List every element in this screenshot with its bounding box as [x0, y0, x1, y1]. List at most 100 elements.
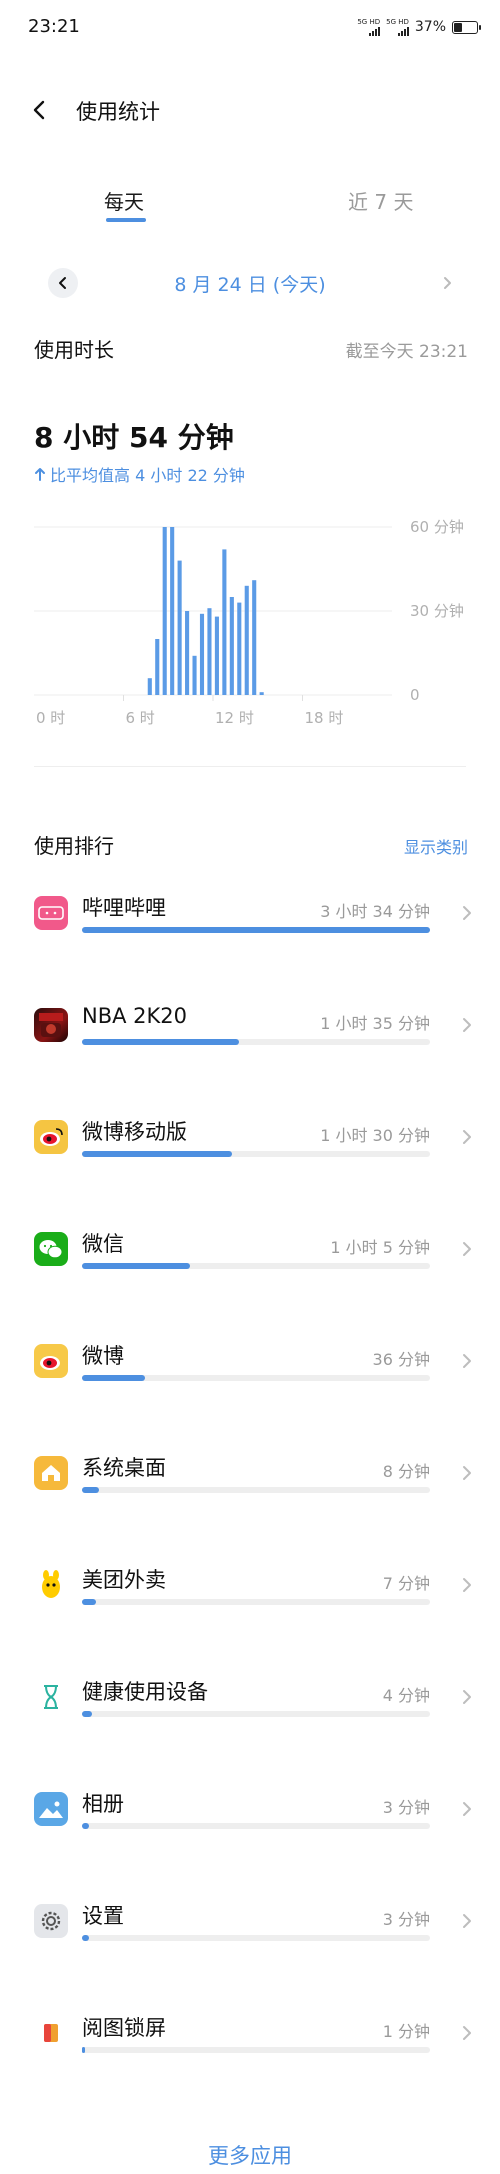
y-tick-label: 60 分钟 — [410, 518, 464, 536]
chevron-right-icon — [463, 906, 471, 920]
app-usage-bar-fill — [82, 1711, 93, 1717]
chart-bar — [229, 597, 234, 695]
app-usage-bar — [82, 927, 430, 933]
more-apps-link[interactable]: 更多应用 — [0, 2140, 500, 2170]
show-categories-link[interactable]: 显示类别 — [404, 834, 468, 858]
app-row[interactable]: 美团外卖 7 分钟 — [0, 1552, 500, 1622]
app-usage-bar-fill — [82, 1487, 100, 1493]
chart-bar — [207, 608, 212, 695]
status-indicators: 5G HD 5G HD 37% — [357, 18, 481, 36]
chart-bar — [222, 549, 227, 695]
chevron-right-icon — [463, 1914, 471, 1928]
app-name: NBA 2K20 — [82, 1004, 188, 1028]
signal-icon-sim2: 5G HD — [386, 18, 409, 36]
app-row[interactable]: 微博 36 分钟 — [0, 1328, 500, 1398]
usage-ranking-title: 使用排行 — [34, 834, 114, 858]
status-time: 23:21 — [28, 16, 80, 37]
app-usage-time: 1 分钟 — [382, 2022, 430, 2041]
app-usage-bar-fill — [82, 1375, 145, 1381]
next-day-button[interactable] — [432, 268, 462, 298]
app-usage-time: 4 分钟 — [382, 1686, 430, 1705]
period-tabs: 每天 近 7 天 — [0, 186, 500, 236]
chart-bar — [177, 560, 182, 695]
app-name: 微信 — [82, 1232, 124, 1256]
battery-percent: 37% — [414, 19, 446, 35]
app-name: 设置 — [82, 1904, 124, 1928]
app-row[interactable]: NBA 2K20 1 小时 35 分钟 — [0, 992, 500, 1062]
app-name: 美团外卖 — [82, 1568, 166, 1592]
app-row[interactable]: 设置 3 分钟 — [0, 1888, 500, 1958]
bilibili-icon — [34, 896, 68, 930]
app-usage-time: 1 小时 35 分钟 — [320, 1014, 430, 1033]
home-launcher-icon — [34, 1456, 68, 1490]
app-usage-bar-fill — [82, 1935, 89, 1941]
app-usage-bar — [82, 1823, 430, 1829]
app-name: 阅图锁屏 — [82, 2016, 166, 2040]
app-row[interactable]: 哔哩哔哩 3 小时 34 分钟 — [0, 880, 500, 950]
date-navigator: 8 月 24 日 (今天) — [0, 264, 500, 300]
app-usage-time: 3 分钟 — [382, 1798, 430, 1817]
chevron-right-icon — [463, 1802, 471, 1816]
app-usage-bar-fill — [82, 927, 430, 933]
app-row[interactable]: 相册 3 分钟 — [0, 1776, 500, 1846]
usage-duration-title: 使用时长 — [34, 338, 114, 362]
chart-bar — [155, 639, 160, 695]
weibo-lite-icon — [34, 1120, 68, 1154]
page-title: 使用统计 — [76, 100, 160, 124]
hourly-usage-chart: 60 分钟 30 分钟 0 0 时 6 时 12 时 18 时 — [0, 505, 500, 745]
nba2k20-icon — [34, 1008, 68, 1042]
chevron-right-icon — [444, 277, 451, 289]
app-name: 微博移动版 — [82, 1120, 187, 1144]
usage-bar-chart: 60 分钟 30 分钟 0 0 时 6 时 12 时 18 时 — [34, 518, 464, 727]
chevron-right-icon — [463, 1130, 471, 1144]
app-usage-bar — [82, 1599, 430, 1605]
app-usage-time: 1 小时 30 分钟 — [320, 1126, 430, 1145]
chart-bar — [214, 616, 219, 695]
chart-bar — [170, 527, 175, 695]
app-usage-time: 36 分钟 — [372, 1350, 430, 1369]
chevron-right-icon — [463, 1018, 471, 1032]
app-usage-bar — [82, 1039, 430, 1045]
app-name: 微博 — [82, 1344, 124, 1368]
sim2-label: 5G HD — [386, 18, 409, 26]
app-row[interactable]: 微博移动版 1 小时 30 分钟 — [0, 1104, 500, 1174]
chevron-right-icon — [463, 2026, 471, 2040]
tab-last-7-days[interactable]: 近 7 天 — [348, 186, 413, 215]
app-name: 系统桌面 — [82, 1456, 166, 1480]
usage-comparison-text: 比平均值高 4 小时 22 分钟 — [50, 466, 245, 485]
usage-comparison: 比平均值高 4 小时 22 分钟 — [34, 462, 245, 486]
app-row[interactable]: 系统桌面 8 分钟 — [0, 1440, 500, 1510]
app-name: 哔哩哔哩 — [82, 896, 166, 920]
app-usage-bar-fill — [82, 1263, 190, 1269]
y-tick-label: 0 — [410, 686, 420, 704]
app-usage-bar-fill — [82, 1151, 232, 1157]
chart-bar — [192, 655, 197, 695]
app-usage-bar — [82, 1935, 430, 1941]
app-usage-time: 3 分钟 — [382, 1910, 430, 1929]
x-tick-label: 6 时 — [126, 709, 155, 727]
chevron-right-icon — [463, 1466, 471, 1480]
app-usage-bar — [82, 1263, 430, 1269]
app-usage-time: 7 分钟 — [382, 1574, 430, 1593]
app-usage-time: 1 小时 5 分钟 — [330, 1238, 430, 1257]
app-row[interactable]: 阅图锁屏 1 分钟 — [0, 2000, 500, 2070]
sim1-label: 5G HD — [357, 18, 381, 26]
chart-bar — [237, 602, 242, 695]
status-bar: 23:21 5G HD 5G HD 37% — [0, 0, 500, 60]
chart-bar — [162, 527, 167, 695]
chart-bar — [185, 611, 190, 695]
chart-bar — [259, 692, 264, 695]
app-usage-time: 3 小时 34 分钟 — [320, 902, 430, 921]
x-tick-label: 12 时 — [215, 709, 254, 727]
app-row[interactable]: 微信 1 小时 5 分钟 — [0, 1216, 500, 1286]
current-date: 8 月 24 日 (今天) — [174, 274, 326, 296]
app-usage-bar-fill — [82, 2047, 86, 2053]
hourglass-icon — [34, 1680, 68, 1714]
app-row[interactable]: 健康使用设备 4 分钟 — [0, 1664, 500, 1734]
app-usage-bar — [82, 1711, 430, 1717]
weibo-icon — [34, 1344, 68, 1378]
back-arrow-icon[interactable] — [28, 98, 52, 122]
app-usage-bar-fill — [82, 1039, 239, 1045]
tab-daily[interactable]: 每天 — [104, 186, 144, 215]
app-usage-bar-fill — [82, 1599, 96, 1605]
